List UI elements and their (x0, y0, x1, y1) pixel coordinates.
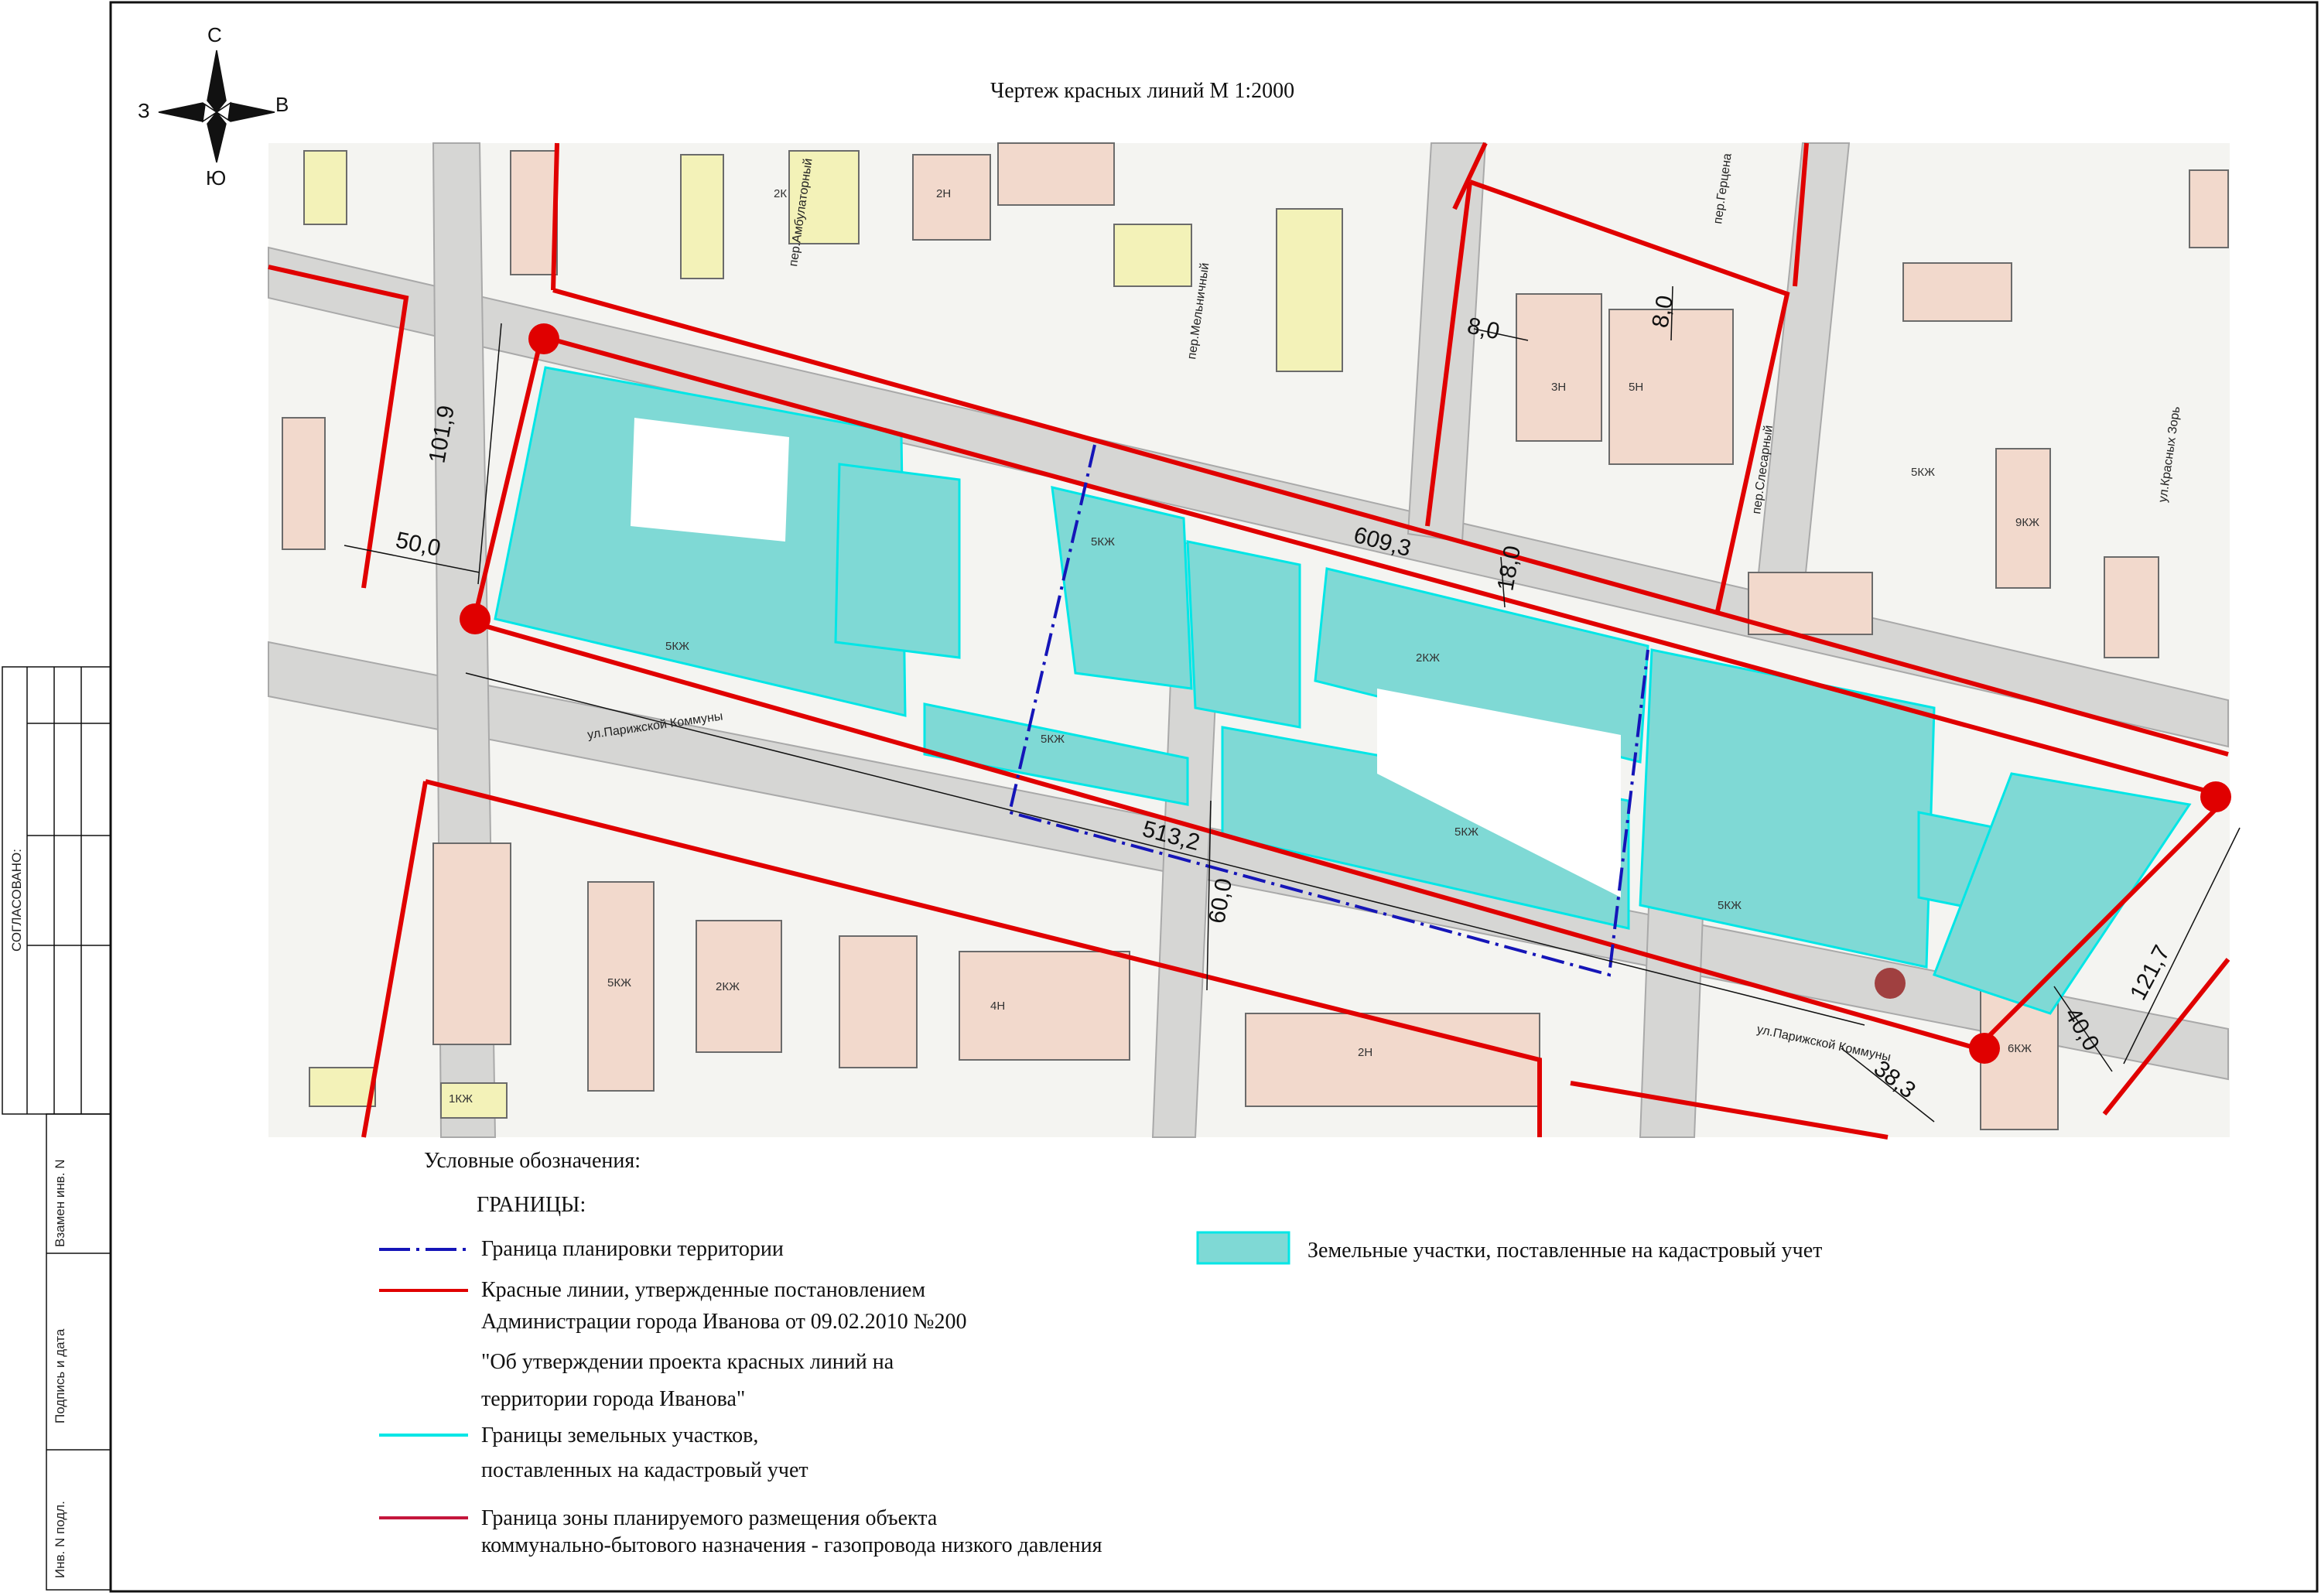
building-label: 4Н (990, 1000, 1005, 1013)
drawing-title: Чертеж красных линий М 1:2000 (990, 79, 1295, 103)
legend-planning-text: Граница планировки территории (481, 1237, 784, 1261)
building-label: 2К (774, 187, 787, 200)
compass-rose-icon (158, 50, 275, 163)
building-label: 9КЖ (2015, 516, 2039, 529)
building-label: 5КЖ (607, 976, 631, 989)
building-label: 5КЖ (1454, 825, 1478, 839)
legend-red-lines-text-2: Администрации города Иванова от 09.02.20… (481, 1310, 967, 1334)
legend-plot-swatch (1196, 1231, 1290, 1265)
compass-east: В (275, 93, 289, 116)
side-stamp-grid (2, 666, 111, 1591)
stamp-agreed-label: СОГЛАСОВАНО: (9, 849, 24, 952)
building-label: 5КЖ (665, 640, 689, 653)
building-label: 2КЖ (1416, 651, 1440, 665)
building-label: 2КЖ (716, 980, 740, 993)
compass-south: Ю (206, 166, 227, 190)
stamp-inventory-label: Инв. N подл. (53, 1501, 67, 1578)
compass-west: З (138, 99, 150, 122)
building-label: 1КЖ (449, 1092, 473, 1106)
building-label: 3Н (1551, 381, 1566, 394)
building-label: 5КЖ (1091, 535, 1115, 549)
building-label: 5КЖ (1911, 466, 1935, 479)
building-label: 5Н (1629, 381, 1643, 394)
legend-title: Условные обозначения: (424, 1149, 641, 1173)
compass-north: С (207, 23, 222, 46)
building-label: 2Н (1358, 1046, 1372, 1059)
legend-cadastral-text-1: Границы земельных участков, (481, 1423, 759, 1447)
building-label: 2Н (936, 187, 951, 200)
legend-red-lines-text-3: "Об утверждении проекта красных линий на (481, 1350, 894, 1374)
legend-red-lines-text-4: территории города Иванова" (481, 1387, 746, 1411)
building-label: 5КЖ (1718, 899, 1742, 912)
building-label: 6КЖ (2008, 1042, 2032, 1055)
stamp-signature-label: Подпись и дата (53, 1328, 67, 1423)
legend-section: ГРАНИЦЫ: (477, 1193, 586, 1217)
building-label: 5КЖ (1041, 733, 1065, 746)
drawing-sheet: 101,9 50,0 609,3 18,0 8,0 8,0 513,2 60,0… (2, 1, 2319, 1593)
stamp-replaces-label: Взамен инв. N (53, 1159, 67, 1247)
map-area[interactable]: 101,9 50,0 609,3 18,0 8,0 8,0 513,2 60,0… (268, 142, 2241, 1140)
legend-red-lines-text-1: Красные линии, утвержденные постановлени… (481, 1278, 926, 1302)
legend-plots-text: Земельные участки, поставленные на кадас… (1307, 1239, 1823, 1263)
legend-cadastral-text-2: поставленных на кадастровый учет (481, 1458, 808, 1482)
legend-gas-text-2: коммунально-бытового назначения - газопр… (481, 1533, 1102, 1557)
